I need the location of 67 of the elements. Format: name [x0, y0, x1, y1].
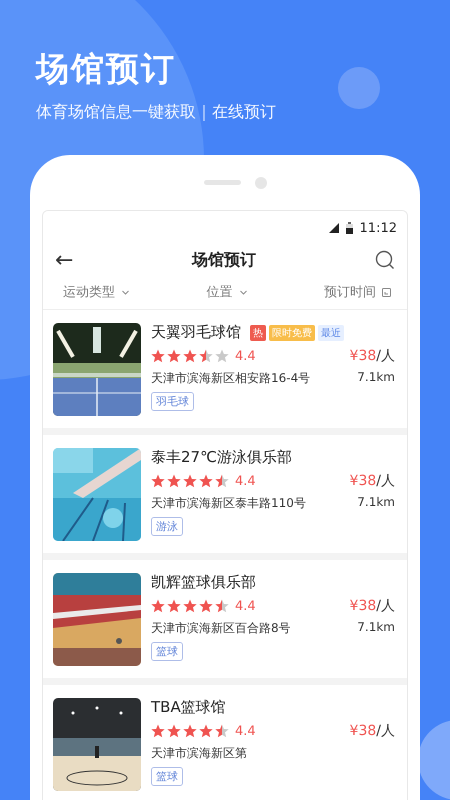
star-icon — [167, 349, 181, 363]
sport-tag: 篮球 — [151, 767, 183, 786]
star-icon — [167, 599, 181, 613]
filter-button[interactable]: 位置 — [206, 281, 248, 303]
rating-score: 4.4 — [235, 724, 256, 738]
venue-address: 天津市滨海新区百合路8号 — [151, 620, 291, 637]
star-icon — [151, 724, 165, 738]
back-button[interactable]: ← — [55, 248, 74, 272]
venue-card[interactable]: 天翼羽毛球馆 热 限时免费 最近 4.4 ¥38/人 天津市滨海新区相安路16-4号 7.1km 羽毛球 — [43, 310, 407, 428]
rating-score: 4.4 — [235, 348, 256, 364]
chevron-down-icon — [238, 288, 248, 296]
star-icon — [215, 724, 229, 738]
filter-button[interactable]: 预订时间 — [324, 281, 391, 303]
venue-address: 天津市滨海新区第 — [151, 745, 247, 762]
venue-name: 凯辉篮球俱乐部 — [151, 573, 256, 592]
star-icon — [215, 474, 229, 488]
battery-icon — [346, 222, 353, 234]
sport-tag: 羽毛球 — [151, 392, 194, 411]
rating-score: 4.4 — [235, 474, 256, 488]
search-icon[interactable] — [375, 250, 395, 270]
star-icon — [215, 349, 229, 363]
price: ¥38/人 — [350, 722, 395, 740]
badge: 热 — [250, 324, 266, 340]
camera — [254, 176, 266, 188]
badge: 最近 — [318, 324, 344, 340]
venue-address: 天津市滨海新区泰丰路110号 — [151, 495, 306, 512]
price: ¥38/人 — [350, 472, 395, 490]
star-icon — [151, 599, 165, 613]
sport-tag: 游泳 — [151, 517, 183, 536]
star-icon — [183, 349, 197, 363]
star-icon — [215, 599, 229, 613]
star-icon — [151, 474, 165, 488]
page-title: 场馆预订 — [192, 250, 256, 270]
venue-distance: 7.1km — [357, 370, 395, 386]
promo-title: 场馆预订 — [36, 48, 176, 90]
star-icon — [199, 349, 213, 363]
star-icon — [167, 724, 181, 738]
venue-distance: 7.1km — [357, 620, 395, 636]
promo-subtitle: 体育场馆信息一键获取｜在线预订 — [36, 102, 276, 123]
badge: 限时免费 — [269, 324, 315, 340]
venue-card[interactable]: 泰丰27℃游泳俱乐部 4.4 ¥38/人 天津市滨海新区泰丰路110号 7.1km 游泳 — [43, 435, 407, 553]
star-icon — [199, 474, 213, 488]
signal-icon — [328, 223, 339, 233]
venue-name: 天翼羽毛球馆 — [151, 323, 241, 342]
star-icon — [183, 599, 197, 613]
rating-score: 4.4 — [235, 598, 256, 614]
price: ¥38/人 — [350, 597, 395, 615]
star-icon — [167, 474, 181, 488]
star-icon — [183, 724, 197, 738]
sport-tag: 篮球 — [151, 642, 183, 661]
chevron-down-icon — [121, 288, 130, 296]
venue-card[interactable]: TBA篮球馆 4.4 ¥38/人 天津市滨海新区第 篮球 — [43, 685, 407, 800]
decor-circle — [338, 67, 380, 109]
star-icon — [199, 599, 213, 613]
star-icon — [199, 724, 213, 738]
venue-name: 泰丰27℃游泳俱乐部 — [151, 448, 292, 467]
star-icon — [183, 474, 197, 488]
speaker — [204, 180, 240, 185]
venue-name: TBA篮球馆 — [151, 698, 226, 717]
filter-button[interactable]: 运动类型 — [63, 281, 130, 303]
venue-distance: 7.1km — [357, 495, 395, 511]
price: ¥38/人 — [350, 347, 395, 365]
status-time: 11:12 — [360, 220, 397, 236]
calendar-icon — [382, 288, 391, 296]
venue-card[interactable]: 凯辉篮球俱乐部 4.4 ¥38/人 天津市滨海新区百合路8号 7.1km 篮球 — [43, 560, 407, 678]
star-icon — [151, 349, 165, 363]
venue-address: 天津市滨海新区相安路16-4号 — [151, 370, 310, 387]
